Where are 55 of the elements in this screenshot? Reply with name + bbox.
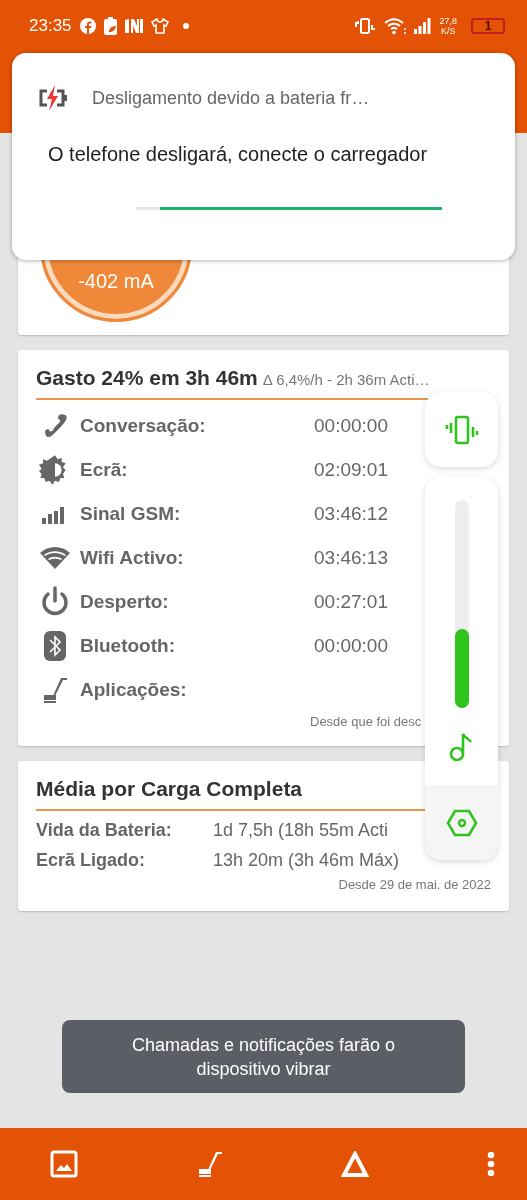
music-note-icon [448, 731, 475, 762]
delta-button[interactable] [341, 1151, 370, 1177]
stat-value: 00:00:00 [314, 415, 388, 437]
settings-icon [445, 808, 478, 837]
stat-value: 03:46:12 [314, 503, 388, 525]
shirt-icon [150, 18, 169, 34]
wifi-icon [40, 546, 70, 570]
stat-label: Desperto: [80, 591, 170, 613]
card-footnote: Desde que foi desc [310, 714, 423, 729]
battery-indicator: 1 [471, 18, 505, 34]
stat-value: 1d 7,5h (18h 55m Acti [213, 819, 389, 841]
stat-label: Ecrã Ligado: [36, 849, 147, 871]
stat-value: 13h 20m (3h 46m Máx) [213, 849, 400, 871]
notification-card[interactable]: Desligamento devido a bateria fr… O telefone desligará, conecte o carregador [12, 53, 515, 260]
battery-charge-icon [38, 85, 68, 111]
vibrate-icon [354, 18, 377, 34]
facebook-icon [79, 18, 96, 34]
notification-title: Desligamento devido a bateria fr… [92, 87, 370, 109]
stat-value: 03:46:13 [314, 547, 388, 569]
stat-value: 00:00:00 [314, 635, 388, 657]
more-icon [486, 1151, 495, 1177]
card-title: Média por Carga Completa [36, 777, 303, 801]
power-icon [40, 586, 70, 618]
signal-icon [414, 18, 432, 34]
network-speed: 27,8 K/S [439, 16, 457, 36]
vibrate-mode-button[interactable] [425, 392, 498, 467]
settings-button[interactable] [425, 785, 498, 860]
clock: 23:35 [29, 16, 72, 36]
stat-label: Ecrã: [80, 459, 129, 481]
vibrate-icon [444, 414, 479, 445]
stat-value: 02:09:01 [314, 459, 388, 481]
stat-value: 00:27:01 [314, 591, 388, 613]
menu-button[interactable] [486, 1151, 495, 1177]
bluetooth-icon [44, 631, 66, 661]
stat-label: Bluetooth: [80, 635, 176, 657]
image-button[interactable] [50, 1150, 78, 1178]
current-reading: -402 mA [78, 270, 154, 293]
wifi-icon [384, 17, 407, 35]
stat-label: Aplicações: [80, 679, 188, 701]
broom-icon [41, 676, 69, 704]
stat-label: Sinal GSM: [80, 503, 182, 525]
battery-leaf-icon [103, 17, 117, 35]
triangle-icon [341, 1151, 370, 1177]
m-logo-icon [124, 19, 143, 33]
stat-label: Wifi Activo: [80, 547, 185, 569]
card-footnote: Desde 29 de mai. de 2022 [337, 877, 491, 892]
card-title: Gasto 24% em 3h 46m [36, 366, 258, 390]
volume-slider[interactable] [454, 500, 469, 708]
card-subtitle: Δ 6,4%/h - 2h 36m Acti… [262, 371, 430, 388]
stat-label: Vida da Bateria: [36, 819, 173, 841]
toast-message: Chamadas e notificações farão o dispositivo vibrar [62, 1020, 465, 1093]
stat-label: Conversação: [80, 415, 207, 437]
image-icon [50, 1150, 78, 1178]
notification-text: O telefone desligará, conecte o carregador [48, 143, 429, 166]
dot-icon [182, 23, 189, 29]
